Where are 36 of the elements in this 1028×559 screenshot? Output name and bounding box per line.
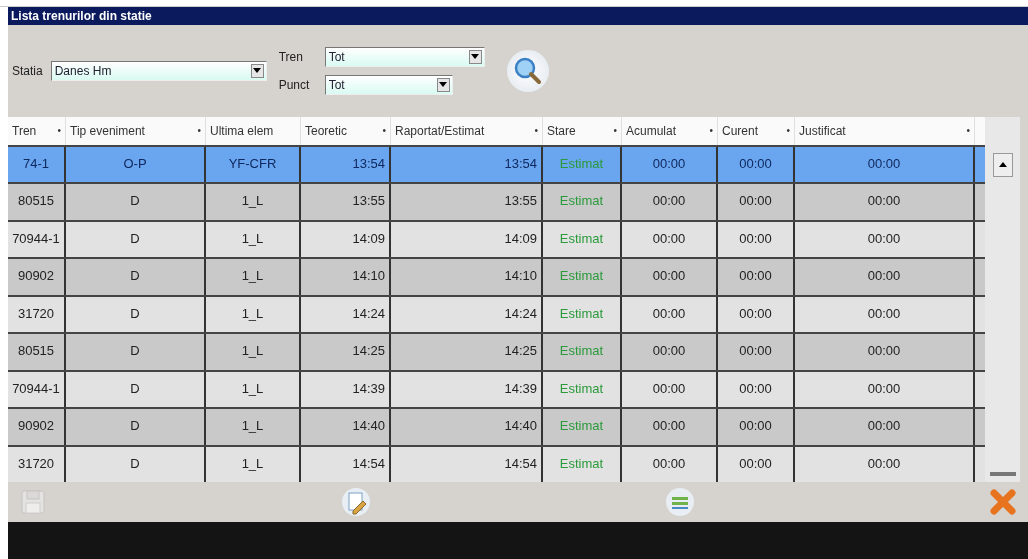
table-row[interactable]: 80515 D 1_L 13:55 13:55 Estimat 00:00 00:00 00:00 [8,182,985,220]
field-label: Tren [278,49,304,64]
column-header[interactable]: Stare • [543,116,622,145]
table-cell: 31720 [8,446,66,483]
search-button[interactable] [506,49,549,92]
column-header[interactable]: Tren • [8,116,66,145]
table-row[interactable]: 90902 D 1_L 14:40 14:40 Estimat 00:00 00:00 00:00 [8,407,985,445]
column-header[interactable]: Teoretic • [301,116,391,145]
scrollbar[interactable] [985,116,1020,483]
table-row[interactable]: 74-1 O-P YF-CFR 13:54 13:54 Estimat 00:00 00:00 00:00 [8,144,985,183]
table-cell: Estimat [543,446,622,483]
table-cell: 1_L [206,446,301,483]
table-cell: 14:54 [391,446,543,483]
field-label: Statia [12,63,43,78]
table-row[interactable]: 70944-1 D 1_L 14:39 14:39 Estimat 00:00 00:00 00:00 [8,369,985,408]
table-cell: 00:00 [795,446,975,483]
column-header[interactable]: Tip eveniment • [66,116,206,145]
column-header[interactable]: Ultima elem [206,116,301,145]
column-header[interactable]: Justificat • [795,116,975,145]
table-cell: 00:00 [622,446,718,483]
table-row[interactable]: 31720 D 1_L 14:24 14:24 Estimat 00:00 00:00 00:00 [8,294,985,333]
table-row[interactable]: 31720 D 1_L 14:54 14:54 Estimat 00:00 00:00 00:00 [8,444,985,483]
table-row[interactable]: 70944-1 D 1_L 14:09 14:09 Estimat 00:00 00:00 00:00 [8,219,985,258]
table-cell: 14:54 [301,446,391,483]
column-header[interactable]: Raportat/Estimat • [391,116,543,145]
filter-dropdown[interactable]: Tot [324,74,453,95]
station-dropdown[interactable]: Danes Hm [50,60,267,81]
field-label: Punct [278,77,311,92]
table-row[interactable]: 90902 D 1_L 14:10 14:10 Estimat 00:00 00:00 00:00 [8,257,985,295]
column-header[interactable]: Acumulat • [622,116,718,145]
column-header[interactable]: Curent • [718,116,795,145]
table-row[interactable]: 80515 D 1_L 14:25 14:25 Estimat 00:00 00:00 00:00 [8,332,985,370]
table-cell: D [66,446,206,483]
filter-dropdown[interactable]: Tot [324,46,485,67]
table-cell: 00:00 [718,446,795,483]
scroll-up-icon[interactable] [998,162,1007,168]
